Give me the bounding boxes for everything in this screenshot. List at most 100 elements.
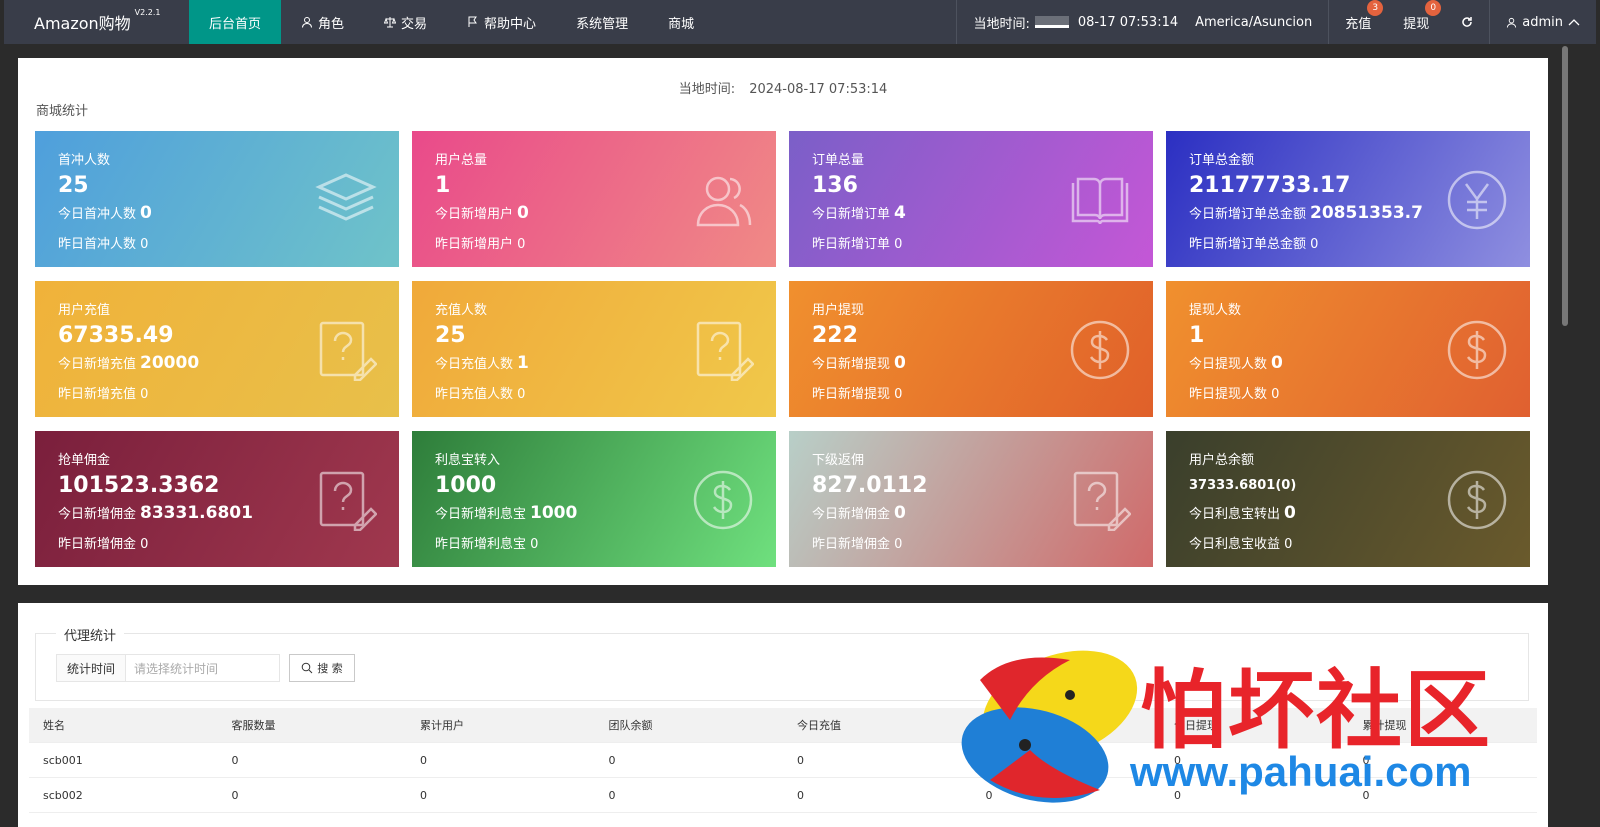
nav-label: 商城 [668, 16, 695, 32]
column-header[interactable]: 团队余额 [595, 717, 784, 733]
chevron-up-icon [1568, 19, 1580, 26]
timezone: America/Asuncion [1195, 14, 1313, 30]
stat-title: 首冲人数 [58, 153, 111, 168]
stat-value: 136 [812, 173, 858, 198]
stat-today: 今日提现人数 0 [1189, 353, 1283, 373]
stat-today: 今日新增用户 0 [435, 203, 529, 223]
withdraw-badge: 0 [1425, 0, 1442, 16]
brand-logo[interactable]: Amazon购物 V2.2.1 [4, 8, 189, 34]
nav-label: 后台首页 [209, 16, 262, 32]
stat-today-label: 今日利息宝转出 [1189, 507, 1281, 522]
stat-today: 今日充值人数 1 [435, 353, 529, 373]
stat-today-value: 0 [517, 203, 529, 223]
stat-today: 今日利息宝转出 0 [1189, 503, 1296, 523]
stat-today-value: 20851353.7 [1310, 203, 1423, 223]
agent-legend: 代理统计 [56, 625, 125, 644]
stat-yesterday: 昨日新增利息宝 0 [435, 537, 539, 552]
stat-today-value: 0 [894, 503, 906, 523]
stat-card: 用户充值 67335.49 今日新增充值 20000 昨日新增充值 0 [35, 281, 399, 417]
withdraw-button[interactable]: 提现 0 [1387, 0, 1445, 44]
scale-icon [384, 17, 397, 28]
book-icon [1071, 177, 1129, 225]
stat-card: 抢单佣金 101523.3362 今日新增佣金 83331.6801 昨日新增佣金 0 [35, 431, 399, 567]
section-title: 商城统计 [36, 104, 89, 119]
nav-item-dashboard[interactable]: 后台首页 [189, 0, 282, 44]
stat-today: 今日新增订单 4 [812, 203, 906, 223]
local-time: 当地时间: 2024-08-17 07:53:14 [18, 78, 1548, 97]
stat-value: 67335.49 [58, 323, 174, 348]
dollar-icon [1070, 320, 1130, 380]
stat-today-label: 今日新增佣金 [812, 507, 891, 522]
stat-card: 充值人数 25 今日充值人数 1 昨日充值人数 0 [412, 281, 776, 417]
local-time-label: 当地时间: [678, 82, 736, 97]
stat-card: 订单总金额 21177733.17 今日新增订单总金额 20851353.7 昨日新增订… [1166, 131, 1530, 267]
stat-yesterday: 今日利息宝收益 0 [1189, 537, 1293, 552]
table-cell: 0 [231, 788, 239, 802]
stat-today-label: 今日新增提现 [812, 357, 891, 372]
nav-item-mall[interactable]: 商城 [648, 0, 714, 44]
stat-title: 用户总量 [435, 153, 488, 168]
stat-card: 用户总量 1 今日新增用户 0 昨日新增用户 0 [412, 131, 776, 267]
refresh-button[interactable] [1445, 0, 1489, 44]
stat-yesterday: 昨日提现人数 0 [1189, 387, 1280, 402]
stat-today-value: 0 [894, 353, 906, 373]
search-button[interactable]: 搜 索 [289, 654, 355, 682]
stat-yesterday: 昨日新增佣金 0 [58, 537, 149, 552]
recharge-badge: 3 [1367, 0, 1384, 16]
nav-label: 角色 [318, 16, 345, 32]
dollar-icon [693, 470, 753, 530]
table-cell: 0 [797, 788, 804, 802]
main-nav: 后台首页 角色 交易 帮助中心 系统管理 商城 [189, 0, 714, 44]
local-time-display: 当地时间: 08-17 07:53:14 America/Asuncion [957, 0, 1328, 44]
table-cell: 0 [420, 753, 427, 767]
local-time-value: 2024-08-17 07:53:14 [749, 82, 888, 97]
refresh-icon [1462, 17, 1473, 27]
table-cell: scb002 [43, 788, 83, 802]
stat-today-label: 今日新增佣金 [58, 507, 137, 522]
stat-value: 25 [58, 173, 89, 198]
stat-card: 利息宝转入 1000 今日新增利息宝 1000 昨日新增利息宝 0 [412, 431, 776, 567]
nav-item-system[interactable]: 系统管理 [556, 0, 648, 44]
time-value: 08-17 07:53:14 [1077, 14, 1179, 30]
table-cell: 0 [608, 753, 616, 767]
question-edit-icon [319, 471, 377, 531]
column-header[interactable]: 姓名 [29, 717, 218, 733]
nav-item-help[interactable]: 帮助中心 [447, 0, 556, 44]
yen-icon [1447, 170, 1507, 230]
layers-icon [315, 173, 377, 221]
stat-value: 25 [435, 323, 466, 348]
nav-label: 帮助中心 [484, 16, 537, 32]
nav-item-trade[interactable]: 交易 [364, 0, 447, 44]
user-menu[interactable]: admin [1490, 0, 1596, 44]
stat-title: 用户总余额 [1189, 453, 1255, 468]
blurred-year [1034, 16, 1069, 28]
stat-card: 用户提现 222 今日新增提现 0 昨日新增提现 0 [789, 281, 1153, 417]
column-header[interactable]: 累计用户 [406, 717, 595, 733]
stat-value: 827.0112 [812, 473, 928, 498]
stat-today: 今日新增订单总金额 20851353.7 [1189, 203, 1423, 223]
column-header[interactable]: 客服数量 [218, 717, 407, 733]
top-navbar: Amazon购物 V2.2.1 后台首页 角色 交易 帮助中心 系统管理 商城 … [4, 0, 1596, 44]
table-cell: 0 [231, 753, 239, 767]
stat-today-label: 今日充值人数 [435, 357, 514, 372]
scrollbar[interactable] [1562, 46, 1568, 326]
stat-today: 今日新增佣金 83331.6801 [58, 503, 253, 523]
stat-value: 1 [435, 173, 451, 198]
stat-yesterday: 昨日首冲人数 0 [58, 237, 149, 252]
user-icon [1507, 17, 1517, 28]
table-cell: 0 [608, 788, 616, 802]
stat-card: 下级返佣 827.0112 今日新增佣金 0 昨日新增佣金 0 [789, 431, 1153, 567]
nav-label: 交易 [401, 16, 428, 32]
column-header[interactable]: 今日充值 [783, 717, 972, 733]
nav-item-roles[interactable]: 角色 [281, 0, 364, 44]
stat-title: 用户提现 [812, 303, 865, 318]
stat-title: 下级返佣 [812, 453, 865, 468]
stat-yesterday: 昨日新增提现 0 [812, 387, 903, 402]
question-edit-icon [319, 321, 377, 381]
search-icon [301, 662, 313, 674]
recharge-button[interactable]: 充值 3 [1329, 0, 1387, 44]
filter-label: 统计时间 [56, 654, 126, 682]
table-cell: 0 [797, 753, 804, 767]
stat-value: 37333.6801(0) [1189, 478, 1297, 493]
stat-time-input[interactable]: 请选择统计时间 [125, 654, 280, 682]
